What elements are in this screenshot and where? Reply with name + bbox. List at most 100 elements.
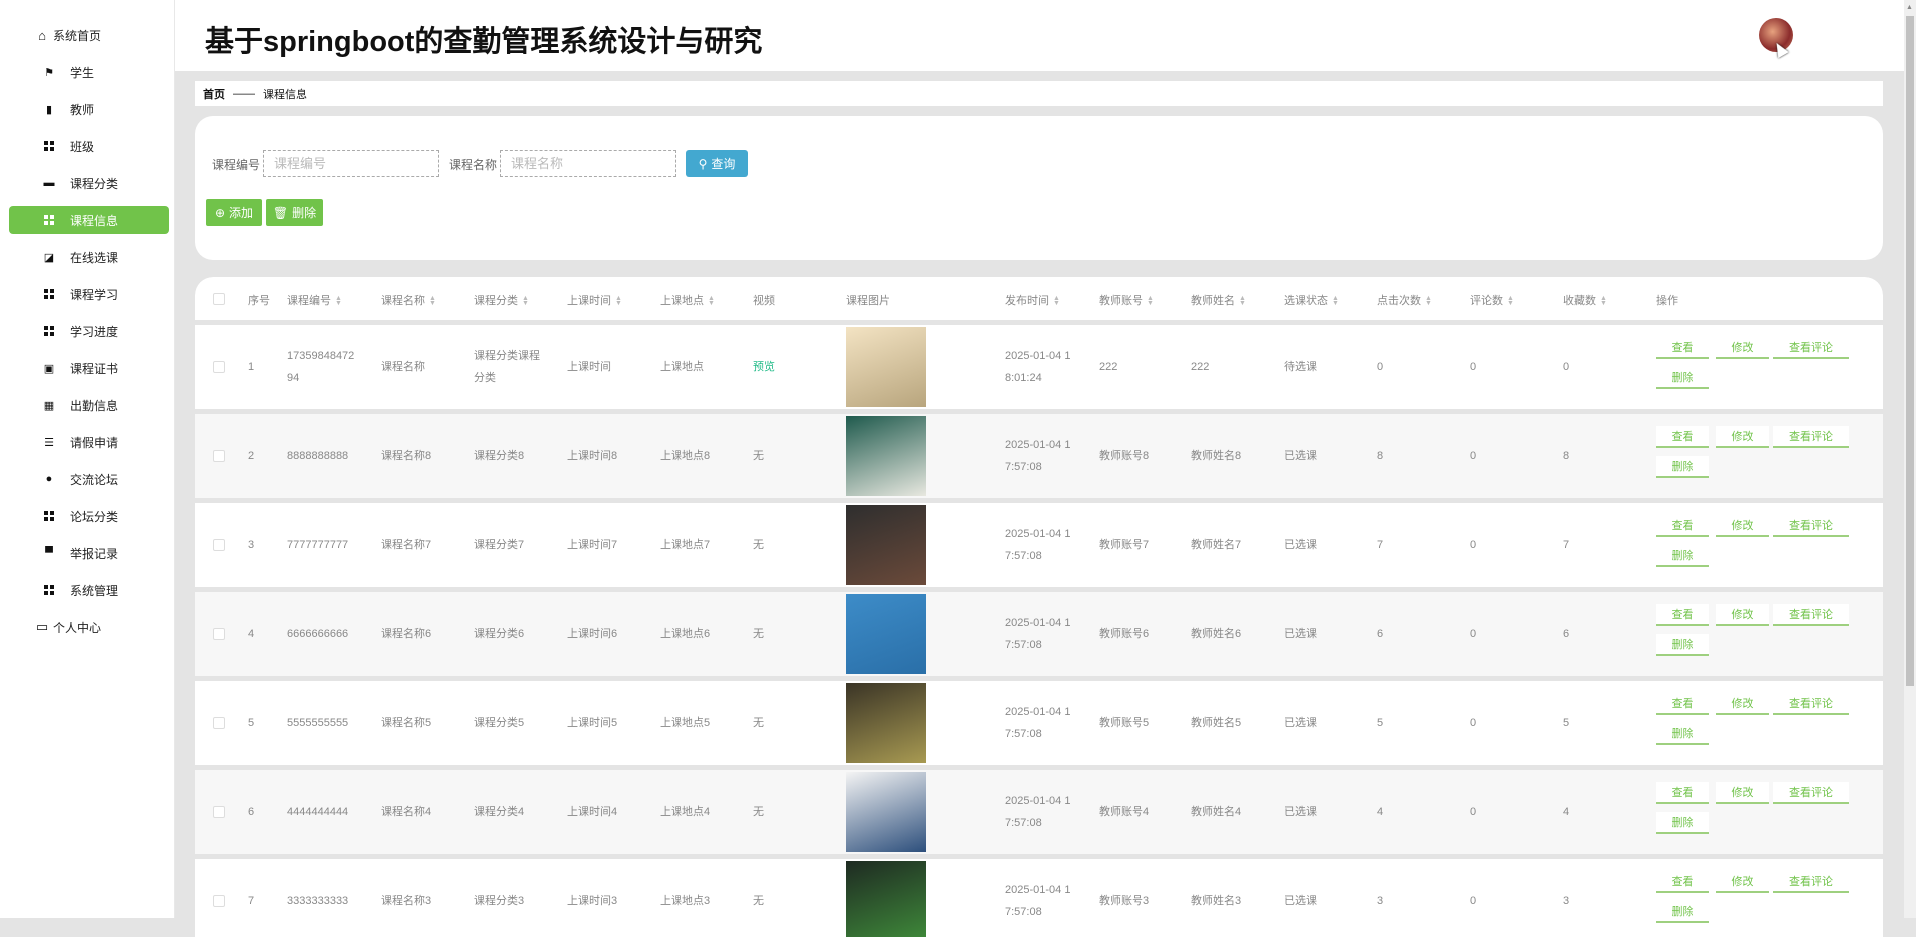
add-button[interactable]: ⊕ 添加 — [206, 199, 262, 226]
row-checkbox[interactable] — [213, 895, 225, 907]
select-all-checkbox[interactable] — [213, 293, 225, 305]
action-edit-button[interactable]: 修改 — [1716, 426, 1769, 448]
row-checkbox[interactable] — [213, 628, 225, 640]
column-header[interactable]: 点击次数 ▲ ▼ — [1377, 292, 1432, 308]
sidebar-item[interactable]: 学习进度 — [9, 317, 169, 345]
row-checkbox[interactable] — [213, 539, 225, 551]
action-view-button[interactable]: 查看 — [1656, 515, 1709, 537]
sort-icon[interactable]: ▲ ▼ — [1053, 295, 1060, 307]
sidebar-item[interactable]: ▣ 课程证书 — [9, 354, 169, 382]
sidebar-item[interactable]: 论坛分类 — [9, 502, 169, 530]
action-comments-button[interactable]: 查看评论 — [1773, 337, 1849, 359]
action-delete-button[interactable]: 删除 — [1656, 634, 1709, 656]
action-edit-button[interactable]: 修改 — [1716, 604, 1769, 626]
action-edit-button[interactable]: 修改 — [1716, 515, 1769, 537]
sort-icon[interactable]: ▲ ▼ — [522, 295, 529, 307]
course-name-input[interactable] — [500, 150, 676, 177]
column-header[interactable]: 教师姓名 ▲ ▼ — [1191, 292, 1246, 308]
delete-button[interactable]: 🗑 删除 — [266, 199, 323, 226]
action-delete-button[interactable]: 删除 — [1656, 367, 1709, 389]
sort-icon[interactable]: ▲ ▼ — [335, 295, 342, 307]
action-comments-button[interactable]: 查看评论 — [1773, 604, 1849, 626]
cell-video[interactable]: 预览 — [753, 356, 775, 378]
column-header[interactable]: 课程分类 ▲ ▼ — [474, 292, 529, 308]
query-button[interactable]: ⚲ 查询 — [686, 150, 748, 177]
sidebar-item[interactable]: 班级 — [9, 132, 169, 160]
action-view-button[interactable]: 查看 — [1656, 337, 1709, 359]
column-header[interactable]: 选课状态 ▲ ▼ — [1284, 292, 1339, 308]
action-comments-button[interactable]: 查看评论 — [1773, 515, 1849, 537]
course-image[interactable] — [846, 772, 926, 852]
cell-video: 无 — [753, 450, 764, 462]
row-checkbox[interactable] — [213, 717, 225, 729]
action-comments-button[interactable]: 查看评论 — [1773, 693, 1849, 715]
column-header[interactable]: 发布时间 ▲ ▼ — [1005, 292, 1060, 308]
column-header[interactable]: 课程编号 ▲ ▼ — [287, 292, 342, 308]
action-view-button[interactable]: 查看 — [1656, 871, 1709, 893]
sort-icon[interactable]: ▲ ▼ — [1332, 295, 1339, 307]
sort-icon[interactable]: ▲ ▼ — [708, 295, 715, 307]
row-checkbox[interactable] — [213, 450, 225, 462]
sidebar-item[interactable]: ▭ 个人中心 — [9, 613, 169, 641]
action-edit-button[interactable]: 修改 — [1716, 337, 1769, 359]
action-comments-button[interactable]: 查看评论 — [1773, 871, 1849, 893]
sidebar-item[interactable]: ● 交流论坛 — [9, 465, 169, 493]
sidebar-item[interactable]: 系统管理 — [9, 576, 169, 604]
action-delete-button[interactable]: 删除 — [1656, 812, 1709, 834]
grid-icon — [42, 213, 56, 227]
column-header[interactable]: 上课地点 ▲ ▼ — [660, 292, 715, 308]
course-image[interactable] — [846, 505, 926, 585]
course-image[interactable] — [846, 327, 926, 407]
cell-comments: 0 — [1470, 628, 1477, 640]
course-image[interactable] — [846, 683, 926, 763]
sort-icon[interactable]: ▲ ▼ — [1600, 295, 1607, 307]
scrollbar[interactable]: ▲ — [1904, 0, 1916, 918]
sidebar-item[interactable]: 课程信息 — [9, 206, 169, 234]
sort-icon[interactable]: ▲ ▼ — [1425, 295, 1432, 307]
sort-icon[interactable]: ▲ ▼ — [1507, 295, 1514, 307]
column-header[interactable]: 教师账号 ▲ ▼ — [1099, 292, 1154, 308]
action-comments-button[interactable]: 查看评论 — [1773, 426, 1849, 448]
action-edit-button[interactable]: 修改 — [1716, 871, 1769, 893]
course-code-input[interactable] — [263, 150, 439, 177]
course-image[interactable] — [846, 416, 926, 496]
action-view-button[interactable]: 查看 — [1656, 426, 1709, 448]
sidebar-item[interactable]: ▦ 出勤信息 — [9, 391, 169, 419]
sidebar-item[interactable]: ☰ 请假申请 — [9, 428, 169, 456]
breadcrumb-home[interactable]: 首页 — [203, 86, 225, 102]
sidebar-item[interactable]: ◪ 在线选课 — [9, 243, 169, 271]
action-edit-button[interactable]: 修改 — [1716, 693, 1769, 715]
sort-icon[interactable]: ▲ ▼ — [1147, 295, 1154, 307]
table-row: 7 3333333333 课程名称3 课程分类3 上课时间3 上课地点3 无 2025-01-… — [195, 859, 1883, 937]
sidebar-item[interactable]: ▬ 课程分类 — [9, 169, 169, 197]
row-checkbox[interactable] — [213, 806, 225, 818]
sort-icon[interactable]: ▲ ▼ — [1239, 295, 1246, 307]
action-delete-button[interactable]: 删除 — [1656, 456, 1709, 478]
sidebar-item[interactable]: ▮ 教师 — [9, 95, 169, 123]
column-header[interactable]: 评论数 ▲ ▼ — [1470, 292, 1514, 308]
sidebar-item[interactable]: ▀ 举报记录 — [9, 539, 169, 567]
course-image[interactable] — [846, 594, 926, 674]
action-view-button[interactable]: 查看 — [1656, 693, 1709, 715]
row-checkbox[interactable] — [213, 361, 225, 373]
action-delete-button[interactable]: 删除 — [1656, 545, 1709, 567]
sidebar-item[interactable]: ⚑ 学生 — [9, 58, 169, 86]
action-view-button[interactable]: 查看 — [1656, 604, 1709, 626]
home-icon: ⌂ — [38, 27, 46, 43]
action-edit-button[interactable]: 修改 — [1716, 782, 1769, 804]
action-view-button[interactable]: 查看 — [1656, 782, 1709, 804]
action-delete-button[interactable]: 删除 — [1656, 901, 1709, 923]
column-header[interactable]: 上课时间 ▲ ▼ — [567, 292, 622, 308]
sort-icon[interactable]: ▲ ▼ — [429, 295, 436, 307]
sort-icon[interactable]: ▲ ▼ — [615, 295, 622, 307]
sidebar-item[interactable]: 课程学习 — [9, 280, 169, 308]
action-comments-button[interactable]: 查看评论 — [1773, 782, 1849, 804]
action-delete-button[interactable]: 删除 — [1656, 723, 1709, 745]
scrollbar-thumb[interactable] — [1906, 16, 1914, 686]
column-header[interactable]: 收藏数 ▲ ▼ — [1563, 292, 1607, 308]
sidebar-item[interactable]: ⌂ 系统首页 — [9, 21, 169, 49]
column-header[interactable]: 课程名称 ▲ ▼ — [381, 292, 436, 308]
delete-label: 删除 — [292, 206, 317, 220]
scroll-up-icon[interactable]: ▲ — [1906, 4, 1913, 11]
course-image[interactable] — [846, 861, 926, 937]
